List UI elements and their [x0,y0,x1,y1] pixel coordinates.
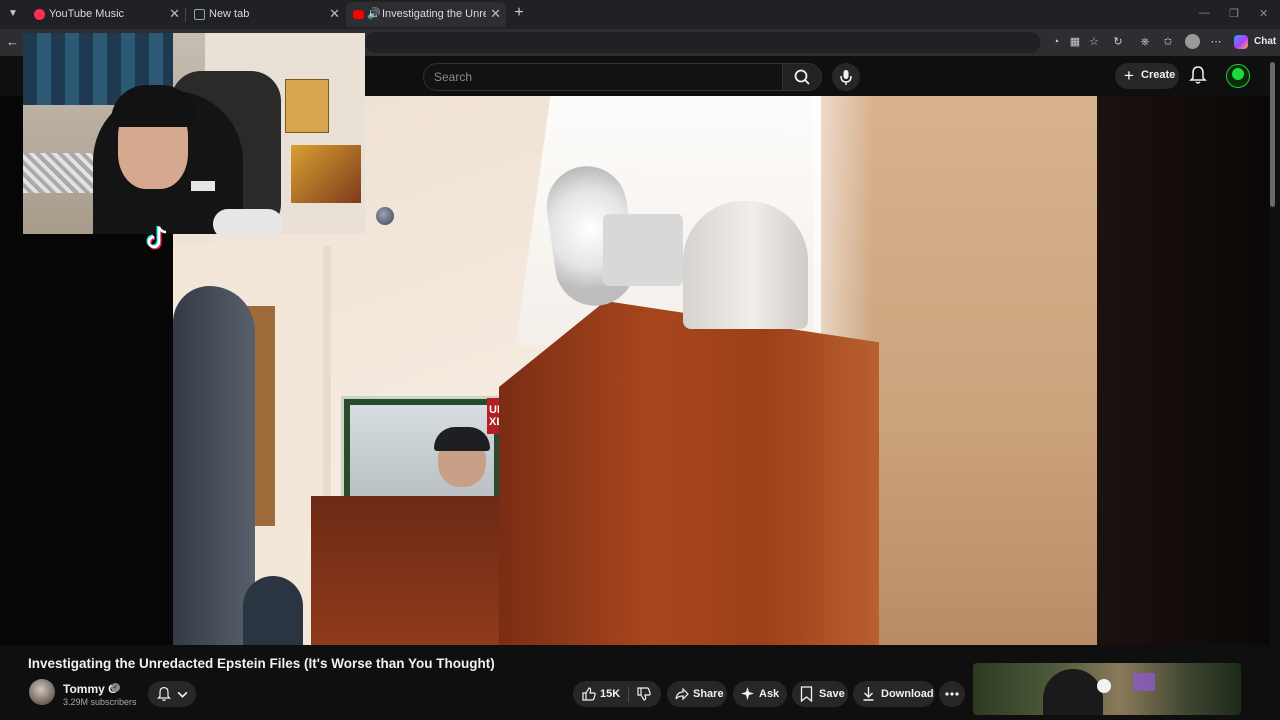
tab-new-tab[interactable]: New tab ✕ [187,2,345,27]
tab-label: Investigating the Unredacted [382,8,486,20]
man-beanie [434,427,490,451]
back-arrow-icon[interactable]: ← [6,34,19,49]
video-info: Investigating the Unredacted Epstein Fil… [0,645,1280,720]
like-count[interactable]: 15K [600,688,620,700]
download-label: Download [881,688,934,700]
photo-frame-inner [350,405,494,499]
tab-investigating-video[interactable]: 🔊 Investigating the Unredacted ✕ [346,2,506,27]
favorites-icon[interactable]: ✩ [1161,35,1175,49]
download-button[interactable]: Download [853,681,935,707]
share-arrow-icon [675,687,689,701]
more-horizontal-icon [945,692,959,696]
tab-youtube-music[interactable]: YouTube Music ✕ [27,2,186,27]
wood-dresser [499,301,879,645]
bookmark-icon [800,686,813,702]
voice-search-button[interactable] [832,63,860,91]
thumbnail-logo [1097,679,1111,693]
cam-white-hat [213,209,283,234]
thumbnail-figure [1043,669,1103,715]
person-arm [173,286,255,645]
subscriber-count: 3.29M subscribers [63,697,137,707]
notifications-bell-icon[interactable] [1189,65,1207,85]
cam-patterned-blanket [23,153,93,193]
profile-icon[interactable] [1185,34,1200,49]
minimize-icon[interactable]: — [1199,7,1210,19]
share-button[interactable]: Share [667,681,727,707]
tiktok-icon [146,226,167,250]
channel-name[interactable]: Tommy G [63,682,117,696]
ask-label: Ask [759,688,780,700]
search-button[interactable] [782,63,822,91]
fan-housing [603,214,683,286]
recommended-video-thumbnail[interactable] [973,663,1241,715]
youtube-music-favicon-icon [34,9,45,20]
download-icon [863,687,874,701]
avatar-logo-icon [1232,68,1244,80]
youtube-favicon-icon [353,10,364,19]
window-close-icon[interactable]: ✕ [1259,7,1268,20]
copilot-icon[interactable] [1234,35,1248,49]
close-icon[interactable]: ✕ [490,6,501,22]
restore-icon[interactable]: ❐ [1229,7,1239,20]
new-tab-favicon-icon [194,9,205,20]
tab-separator [185,8,186,22]
thumbnail-overlay [1133,673,1155,691]
small-cabinet [311,496,501,645]
tab-label: New tab [209,8,250,20]
collections-icon[interactable]: ⎈ [1138,35,1152,49]
search-input[interactable]: Search [423,63,783,91]
save-label: Save [819,688,845,700]
subscription-notification-button[interactable] [148,681,196,707]
like-dislike-group: 15K [573,681,661,707]
split-screen-icon[interactable]: ▦ [1068,35,1082,49]
dark-object [243,576,303,645]
refresh-extension-icon[interactable]: ↻ [1111,35,1125,49]
tab-label: YouTube Music [49,8,125,20]
tab-actions-chevron-icon[interactable]: ▼ [4,5,22,23]
plus-icon: + [1124,66,1134,85]
search-placeholder: Search [434,70,473,84]
close-icon[interactable]: ✕ [329,6,340,22]
like-divider [628,686,629,702]
more-actions-button[interactable] [939,681,965,707]
browser-tab-strip: ▼ YouTube Music ✕ New tab ✕ 🔊 Investigat… [0,0,1280,29]
create-label: Create [1141,69,1176,81]
webcam-overlay [23,33,365,234]
ask-button[interactable]: Ask [733,681,787,707]
save-button[interactable]: Save [792,681,848,707]
share-label: Share [693,688,724,700]
address-bar[interactable] [365,32,1040,53]
player-letterbox-right [1097,96,1270,645]
create-button[interactable]: + Create [1115,63,1179,89]
microphone-icon [840,70,852,85]
cam-poster-large [291,145,361,203]
new-tab-plus-icon[interactable]: + [511,5,527,21]
bell-icon [156,686,172,701]
search-icon [794,69,810,85]
speaker-audio-icon[interactable]: 🔊 [367,7,381,20]
channel-avatar[interactable] [29,679,55,705]
close-icon[interactable]: ✕ [169,6,180,22]
verified-check-icon: ✓ [111,683,120,692]
cam-poster-small [285,79,329,133]
page-scrollbar[interactable] [1270,62,1275,207]
photo-frame [341,396,507,512]
cam-shirt-logo [191,181,215,191]
thumbs-up-icon[interactable] [581,686,597,702]
account-avatar[interactable] [1226,64,1250,88]
video-title: Investigating the Unredacted Epstein Fil… [28,656,495,671]
favorite-star-icon[interactable]: ☆ [1087,35,1101,49]
ceiling-ornament [376,207,394,225]
more-icon[interactable]: ⋯ [1209,35,1223,49]
air-purifier [683,201,808,329]
chevron-down-icon [177,691,188,698]
chat-label[interactable]: Chat [1254,36,1276,47]
extension-icon[interactable]: ◔ [1049,35,1063,49]
thumbs-down-icon[interactable] [636,686,652,702]
sparkle-icon [740,686,755,701]
